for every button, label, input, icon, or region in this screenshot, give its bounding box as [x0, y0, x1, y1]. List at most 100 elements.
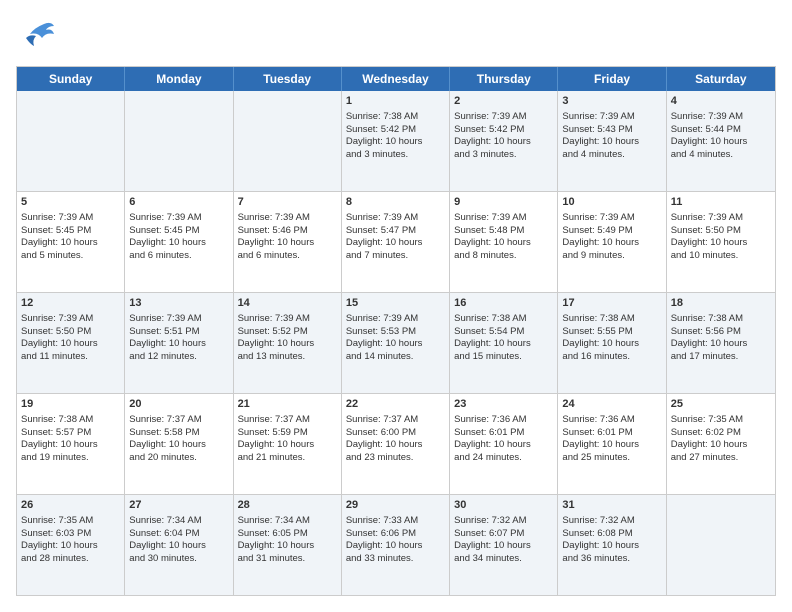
- day-number: 31: [562, 498, 661, 513]
- day-info: Sunrise: 7:37 AM Sunset: 6:00 PM Dayligh…: [346, 414, 423, 463]
- day-info: Sunrise: 7:32 AM Sunset: 6:07 PM Dayligh…: [454, 515, 531, 564]
- logo-icon: [16, 16, 56, 56]
- day-number: 21: [238, 397, 337, 412]
- day-number: 4: [671, 94, 771, 109]
- calendar: SundayMondayTuesdayWednesdayThursdayFrid…: [16, 66, 776, 596]
- calendar-cell: 27 Sunrise: 7:34 AM Sunset: 6:04 PM Dayli…: [125, 495, 233, 595]
- day-info: Sunrise: 7:35 AM Sunset: 6:02 PM Dayligh…: [671, 414, 748, 463]
- calendar-cell: 25 Sunrise: 7:35 AM Sunset: 6:02 PM Dayli…: [667, 394, 775, 494]
- calendar-cell: [17, 91, 125, 191]
- day-info: Sunrise: 7:39 AM Sunset: 5:53 PM Dayligh…: [346, 313, 423, 362]
- day-info: Sunrise: 7:38 AM Sunset: 5:56 PM Dayligh…: [671, 313, 748, 362]
- day-info: Sunrise: 7:37 AM Sunset: 5:58 PM Dayligh…: [129, 414, 206, 463]
- header-day-sunday: Sunday: [17, 67, 125, 91]
- calendar-cell: 7 Sunrise: 7:39 AM Sunset: 5:46 PM Daylig…: [234, 192, 342, 292]
- day-info: Sunrise: 7:39 AM Sunset: 5:51 PM Dayligh…: [129, 313, 206, 362]
- logo: [16, 16, 60, 56]
- day-number: 17: [562, 296, 661, 311]
- day-number: 7: [238, 195, 337, 210]
- calendar-cell: 10 Sunrise: 7:39 AM Sunset: 5:49 PM Dayli…: [558, 192, 666, 292]
- calendar-cell: 9Sunrise: 7:39 AM Sunset: 5:48 PM Daylig…: [450, 192, 558, 292]
- calendar-cell: 17 Sunrise: 7:38 AM Sunset: 5:55 PM Dayli…: [558, 293, 666, 393]
- day-info: Sunrise: 7:39 AM Sunset: 5:45 PM Dayligh…: [129, 212, 206, 261]
- day-number: 8: [346, 195, 445, 210]
- day-info: Sunrise: 7:39 AM Sunset: 5:50 PM Dayligh…: [21, 313, 98, 362]
- day-number: 18: [671, 296, 771, 311]
- calendar-cell: 22 Sunrise: 7:37 AM Sunset: 6:00 PM Dayli…: [342, 394, 450, 494]
- day-number: 11: [671, 195, 771, 210]
- calendar-cell: 1 Sunrise: 7:38 AM Sunset: 5:42 PM Daylig…: [342, 91, 450, 191]
- day-info: Sunrise: 7:39 AM Sunset: 5:47 PM Dayligh…: [346, 212, 423, 261]
- day-number: 23: [454, 397, 553, 412]
- day-number: 15: [346, 296, 445, 311]
- header-day-saturday: Saturday: [667, 67, 775, 91]
- day-info: Sunrise: 7:39 AM Sunset: 5:44 PM Dayligh…: [671, 111, 748, 160]
- calendar-cell: 14Sunrise: 7:39 AM Sunset: 5:52 PM Dayli…: [234, 293, 342, 393]
- header-day-monday: Monday: [125, 67, 233, 91]
- calendar-body: 1 Sunrise: 7:38 AM Sunset: 5:42 PM Daylig…: [17, 91, 775, 595]
- day-info: Sunrise: 7:39 AM Sunset: 5:45 PM Dayligh…: [21, 212, 98, 261]
- day-info: Sunrise: 7:38 AM Sunset: 5:55 PM Dayligh…: [562, 313, 639, 362]
- page: SundayMondayTuesdayWednesdayThursdayFrid…: [0, 0, 792, 612]
- calendar-cell: 26 Sunrise: 7:35 AM Sunset: 6:03 PM Dayli…: [17, 495, 125, 595]
- calendar-cell: 20 Sunrise: 7:37 AM Sunset: 5:58 PM Dayli…: [125, 394, 233, 494]
- calendar-cell: 13 Sunrise: 7:39 AM Sunset: 5:51 PM Dayli…: [125, 293, 233, 393]
- day-number: 30: [454, 498, 553, 513]
- day-info: Sunrise: 7:38 AM Sunset: 5:42 PM Dayligh…: [346, 111, 423, 160]
- day-info: Sunrise: 7:39 AM Sunset: 5:43 PM Dayligh…: [562, 111, 639, 160]
- day-info: Sunrise: 7:39 AM Sunset: 5:49 PM Dayligh…: [562, 212, 639, 261]
- calendar-cell: 8 Sunrise: 7:39 AM Sunset: 5:47 PM Daylig…: [342, 192, 450, 292]
- day-info: Sunrise: 7:39 AM Sunset: 5:50 PM Dayligh…: [671, 212, 748, 261]
- day-info: Sunrise: 7:34 AM Sunset: 6:05 PM Dayligh…: [238, 515, 315, 564]
- day-number: 2: [454, 94, 553, 109]
- day-info: Sunrise: 7:36 AM Sunset: 6:01 PM Dayligh…: [562, 414, 639, 463]
- day-number: 20: [129, 397, 228, 412]
- day-info: Sunrise: 7:39 AM Sunset: 5:42 PM Dayligh…: [454, 111, 531, 160]
- calendar-cell: [667, 495, 775, 595]
- calendar-header: SundayMondayTuesdayWednesdayThursdayFrid…: [17, 67, 775, 91]
- day-number: 28: [238, 498, 337, 513]
- day-info: Sunrise: 7:38 AM Sunset: 5:54 PM Dayligh…: [454, 313, 531, 362]
- day-info: Sunrise: 7:35 AM Sunset: 6:03 PM Dayligh…: [21, 515, 98, 564]
- calendar-cell: 11 Sunrise: 7:39 AM Sunset: 5:50 PM Dayli…: [667, 192, 775, 292]
- calendar-cell: 24 Sunrise: 7:36 AM Sunset: 6:01 PM Dayli…: [558, 394, 666, 494]
- day-number: 16: [454, 296, 553, 311]
- day-number: 27: [129, 498, 228, 513]
- calendar-row-0: 1 Sunrise: 7:38 AM Sunset: 5:42 PM Daylig…: [17, 91, 775, 192]
- header-day-thursday: Thursday: [450, 67, 558, 91]
- calendar-cell: 31 Sunrise: 7:32 AM Sunset: 6:08 PM Dayli…: [558, 495, 666, 595]
- calendar-cell: 12 Sunrise: 7:39 AM Sunset: 5:50 PM Dayli…: [17, 293, 125, 393]
- day-info: Sunrise: 7:38 AM Sunset: 5:57 PM Dayligh…: [21, 414, 98, 463]
- calendar-cell: 23Sunrise: 7:36 AM Sunset: 6:01 PM Dayli…: [450, 394, 558, 494]
- calendar-cell: 18 Sunrise: 7:38 AM Sunset: 5:56 PM Dayli…: [667, 293, 775, 393]
- day-number: 5: [21, 195, 120, 210]
- calendar-row-3: 19Sunrise: 7:38 AM Sunset: 5:57 PM Dayli…: [17, 394, 775, 495]
- day-number: 29: [346, 498, 445, 513]
- day-info: Sunrise: 7:39 AM Sunset: 5:52 PM Dayligh…: [238, 313, 315, 362]
- day-info: Sunrise: 7:39 AM Sunset: 5:46 PM Dayligh…: [238, 212, 315, 261]
- calendar-cell: 29Sunrise: 7:33 AM Sunset: 6:06 PM Dayli…: [342, 495, 450, 595]
- day-number: 26: [21, 498, 120, 513]
- day-number: 13: [129, 296, 228, 311]
- day-info: Sunrise: 7:32 AM Sunset: 6:08 PM Dayligh…: [562, 515, 639, 564]
- day-number: 24: [562, 397, 661, 412]
- calendar-cell: 2 Sunrise: 7:39 AM Sunset: 5:42 PM Daylig…: [450, 91, 558, 191]
- day-number: 25: [671, 397, 771, 412]
- day-number: 12: [21, 296, 120, 311]
- calendar-cell: [125, 91, 233, 191]
- calendar-cell: [234, 91, 342, 191]
- calendar-cell: 28 Sunrise: 7:34 AM Sunset: 6:05 PM Dayli…: [234, 495, 342, 595]
- day-info: Sunrise: 7:34 AM Sunset: 6:04 PM Dayligh…: [129, 515, 206, 564]
- day-number: 22: [346, 397, 445, 412]
- header-day-tuesday: Tuesday: [234, 67, 342, 91]
- day-number: 10: [562, 195, 661, 210]
- header: [16, 16, 776, 56]
- calendar-row-1: 5 Sunrise: 7:39 AM Sunset: 5:45 PM Daylig…: [17, 192, 775, 293]
- calendar-cell: 6Sunrise: 7:39 AM Sunset: 5:45 PM Daylig…: [125, 192, 233, 292]
- day-number: 1: [346, 94, 445, 109]
- header-day-wednesday: Wednesday: [342, 67, 450, 91]
- calendar-cell: 3Sunrise: 7:39 AM Sunset: 5:43 PM Daylig…: [558, 91, 666, 191]
- calendar-cell: 21Sunrise: 7:37 AM Sunset: 5:59 PM Dayli…: [234, 394, 342, 494]
- calendar-row-4: 26 Sunrise: 7:35 AM Sunset: 6:03 PM Dayli…: [17, 495, 775, 595]
- calendar-row-2: 12 Sunrise: 7:39 AM Sunset: 5:50 PM Dayli…: [17, 293, 775, 394]
